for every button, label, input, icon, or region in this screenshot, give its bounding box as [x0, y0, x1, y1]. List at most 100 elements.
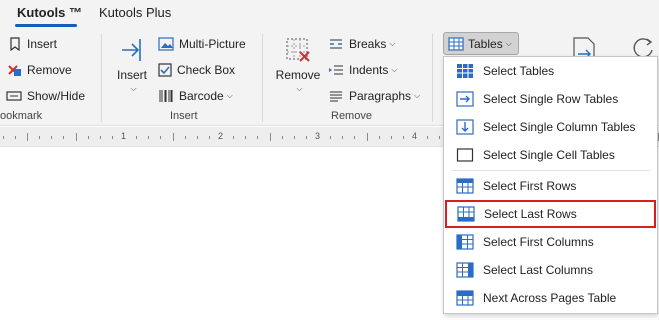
- barcode-label: Barcode: [179, 89, 224, 103]
- group-divider: [101, 34, 102, 122]
- ruler-tick: [209, 136, 210, 139]
- first-rows-icon: [456, 178, 474, 194]
- menu-item-select-tables[interactable]: Select Tables: [444, 57, 657, 85]
- indents-icon: [329, 65, 343, 75]
- menu-item-label: Select Last Columns: [483, 263, 594, 277]
- paragraphs-button[interactable]: Paragraphs ⌵: [328, 86, 420, 106]
- menu-divider: [452, 170, 650, 171]
- ruler-tick: [76, 133, 77, 141]
- barcode-icon: [159, 90, 173, 102]
- menu-item-label: Select Single Cell Tables: [483, 148, 615, 162]
- ruler-tick: [379, 136, 380, 139]
- ruler-tick: [427, 136, 428, 139]
- bookmark-insert-button[interactable]: Insert: [8, 34, 57, 54]
- ruler-number: 4: [412, 131, 418, 141]
- menu-item-select-single-column-tables[interactable]: Select Single Column Tables: [444, 113, 657, 141]
- menu-item-select-first-columns[interactable]: Select First Columns: [444, 228, 657, 256]
- menu-item-select-last-rows[interactable]: Select Last Rows: [445, 200, 656, 228]
- last-columns-icon: [456, 262, 474, 278]
- ruler-tick: [367, 133, 368, 141]
- picture-icon: [158, 37, 174, 51]
- group-divider: [262, 34, 263, 122]
- tab-kutools[interactable]: Kutools ™: [17, 5, 82, 20]
- chevron-down-icon: ⌵: [389, 39, 396, 48]
- tables-button-label: Tables: [468, 36, 503, 51]
- bookmark-show-hide-button[interactable]: Show/Hide: [6, 86, 85, 106]
- tables-dropdown-menu: Select Tables Select Single Row Tables S…: [443, 56, 658, 314]
- ruler-tick: [88, 136, 89, 139]
- single-column-icon: [456, 119, 474, 135]
- ruler-tick: [197, 136, 198, 139]
- menu-item-label: Select First Rows: [483, 179, 577, 193]
- ruler-tick: [306, 136, 307, 139]
- indents-label: Indents: [349, 63, 389, 77]
- breaks-button[interactable]: Breaks ⌵: [328, 34, 395, 54]
- bookmark-group-label: ookmark: [0, 110, 43, 122]
- checkbox-icon: [158, 63, 172, 77]
- check-box-button[interactable]: Check Box: [158, 60, 235, 80]
- chevron-down-icon: ⌵: [130, 84, 137, 93]
- first-columns-icon: [456, 234, 474, 250]
- ruler-tick: [185, 136, 186, 139]
- menu-item-label: Select Tables: [483, 64, 555, 78]
- breaks-label: Breaks: [349, 37, 387, 51]
- paragraphs-icon: [330, 91, 342, 102]
- barcode-button[interactable]: Barcode ⌵: [158, 86, 233, 106]
- ruler-tick: [63, 136, 64, 139]
- across-pages-table-icon: [456, 290, 474, 306]
- multi-picture-button[interactable]: Multi-Picture: [158, 34, 246, 54]
- ruler-tick: [112, 136, 113, 139]
- ruler-tick: [39, 136, 40, 139]
- menu-item-select-first-rows[interactable]: Select First Rows: [444, 172, 657, 200]
- bookmark-icon: [10, 37, 20, 51]
- bookmark-insert-label: Insert: [27, 37, 58, 51]
- active-tab-indicator: [15, 24, 77, 27]
- ruler-tick: [100, 136, 101, 139]
- ruler-number: 3: [315, 131, 321, 141]
- menu-item-next-across-pages-table[interactable]: Next Across Pages Table: [444, 284, 657, 312]
- menu-item-label: Select First Columns: [483, 235, 594, 249]
- bookmark-remove-button[interactable]: Remove: [6, 60, 72, 80]
- single-row-icon: [456, 91, 474, 107]
- ruler-tick: [257, 136, 258, 139]
- ruler-tick: [136, 136, 137, 139]
- ruler-number: 1: [121, 131, 127, 141]
- remove-table-icon: [286, 38, 310, 62]
- tables-dropdown-button[interactable]: Tables ⌵: [443, 32, 519, 55]
- menu-item-select-single-row-tables[interactable]: Select Single Row Tables: [444, 85, 657, 113]
- bookmark-remove-label: Remove: [27, 63, 72, 77]
- ruler-tick: [15, 136, 16, 139]
- ruler-tick: [342, 136, 343, 139]
- indents-button[interactable]: Indents ⌵: [328, 60, 397, 80]
- menu-item-select-single-cell-tables[interactable]: Select Single Cell Tables: [444, 141, 657, 169]
- paragraphs-label: Paragraphs: [349, 89, 412, 103]
- menu-item-label: Select Single Column Tables: [483, 120, 636, 134]
- ruler-tick: [51, 136, 52, 139]
- remove-big-button[interactable]: Remove ⌵: [276, 36, 320, 94]
- menu-item-label: Select Last Rows: [484, 207, 577, 221]
- insert-group-label: Insert: [170, 110, 198, 122]
- chevron-down-icon: ⌵: [391, 65, 398, 74]
- show-hide-icon: [6, 91, 22, 101]
- ruler-tick: [3, 136, 4, 139]
- chevron-down-icon: ⌵: [226, 91, 233, 100]
- ruler-tick: [294, 136, 295, 139]
- insert-big-button[interactable]: Insert ⌵: [114, 36, 150, 94]
- ruler-tick: [27, 133, 28, 141]
- chevron-down-icon: ⌵: [505, 38, 512, 48]
- ruler-tick: [160, 136, 161, 139]
- group-divider: [432, 34, 433, 122]
- table-icon: [448, 36, 464, 51]
- bookmark-show-hide-label: Show/Hide: [27, 89, 86, 103]
- select-tables-icon: [457, 64, 473, 78]
- ruler-tick: [354, 136, 355, 139]
- ruler-tick: [148, 136, 149, 139]
- multi-picture-label: Multi-Picture: [179, 37, 246, 51]
- tab-kutools-plus[interactable]: Kutools Plus: [99, 5, 171, 20]
- ruler-tick: [330, 136, 331, 139]
- remove-bookmark-icon: [8, 65, 21, 76]
- insert-big-label: Insert: [116, 68, 147, 82]
- ruler-tick: [233, 136, 234, 139]
- menu-item-select-last-columns[interactable]: Select Last Columns: [444, 256, 657, 284]
- ruler-tick: [173, 133, 174, 141]
